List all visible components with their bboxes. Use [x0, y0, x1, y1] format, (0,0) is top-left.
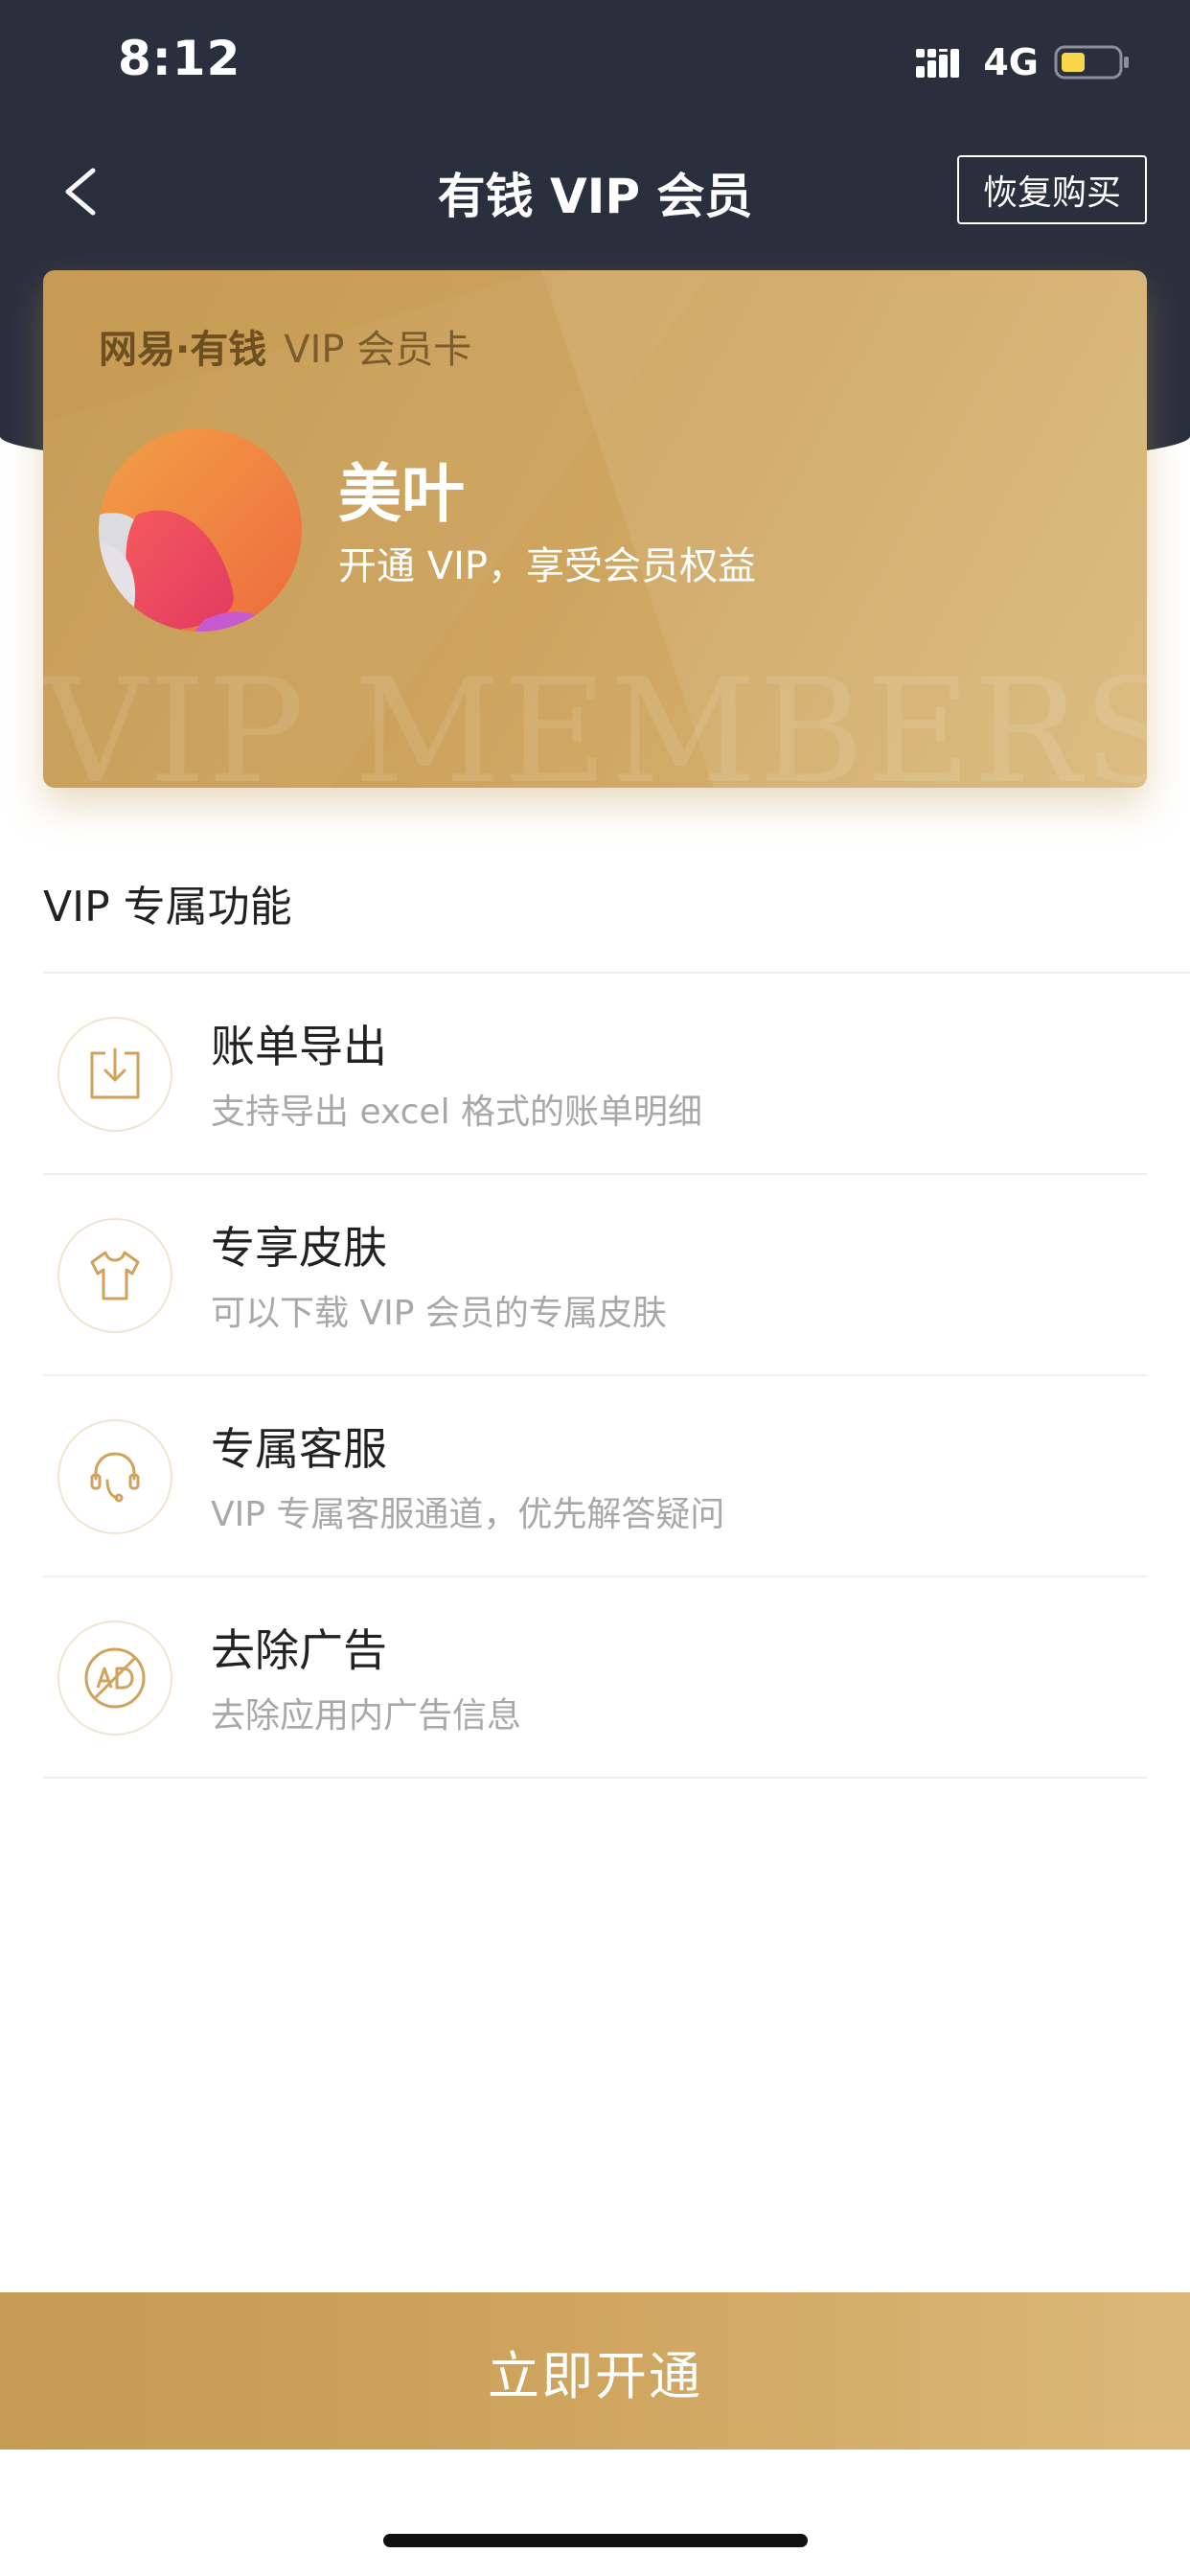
card-brand: 网易·有钱 VIP 会员卡: [99, 318, 471, 374]
home-indicator[interactable]: [383, 2534, 808, 2547]
section-title: VIP 专属功能: [43, 883, 292, 932]
feature-description: 支持导出 excel 格式的账单明细: [211, 1092, 703, 1132]
status-indicators: 4G: [916, 41, 1131, 83]
headset-icon: [57, 1419, 172, 1534]
restore-purchase-button[interactable]: 恢复购买: [957, 155, 1147, 224]
feature-title: 专属客服: [211, 1423, 387, 1475]
card-type: VIP 会员卡: [284, 328, 472, 372]
avatar-image: [99, 428, 302, 632]
feature-title: 去除广告: [211, 1624, 387, 1676]
feature-item-remove-ads[interactable]: 去除广告 去除应用内广告信息: [43, 1577, 1147, 1779]
network-type: 4G: [983, 41, 1039, 83]
user-name: 美叶: [338, 457, 465, 531]
vip-member-card: 网易·有钱 VIP 会员卡 美叶 开通 VIP，享受会员权益 VIP MEMBE…: [43, 270, 1147, 788]
feature-item-skin[interactable]: 专享皮肤 可以下载 VIP 会员的专属皮肤: [43, 1175, 1147, 1376]
activate-now-button[interactable]: 立即开通: [0, 2292, 1190, 2450]
feature-description: 可以下载 VIP 会员的专属皮肤: [211, 1294, 667, 1333]
tshirt-icon: [57, 1218, 172, 1333]
status-time: 8:12: [118, 31, 241, 86]
avatar[interactable]: [99, 428, 302, 632]
no-ad-icon: [57, 1621, 172, 1736]
card-watermark: VIP MEMBERS: [43, 649, 1147, 788]
brand-name: 网易·有钱: [99, 328, 267, 372]
feature-description: VIP 专属客服通道，优先解答疑问: [211, 1495, 725, 1534]
export-icon: [57, 1017, 172, 1132]
user-subtitle: 开通 VIP，享受会员权益: [338, 544, 756, 588]
signal-icon: [916, 49, 960, 78]
feature-title: 专享皮肤: [211, 1222, 387, 1274]
feature-item-customer-service[interactable]: 专属客服 VIP 专属客服通道，优先解答疑问: [43, 1376, 1147, 1577]
battery-icon: [1054, 45, 1129, 80]
feature-title: 账单导出: [211, 1021, 387, 1072]
feature-description: 去除应用内广告信息: [211, 1696, 522, 1736]
feature-item-bill-export[interactable]: 账单导出 支持导出 excel 格式的账单明细: [43, 974, 1147, 1175]
